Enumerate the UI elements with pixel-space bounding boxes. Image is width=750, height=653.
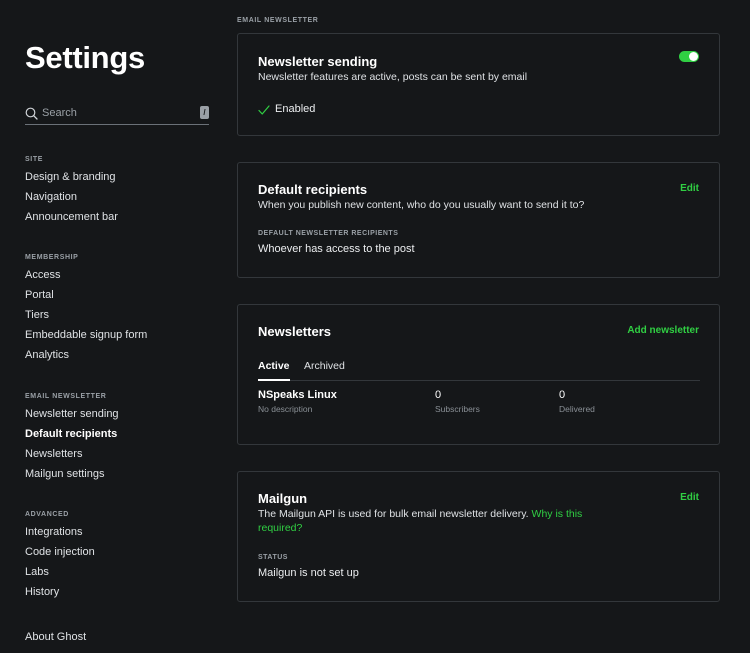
delivered-cell: 0 Delivered <box>559 389 595 414</box>
toggle-knob <box>689 52 698 61</box>
add-newsletter-button[interactable]: Add newsletter <box>627 325 699 336</box>
sidebar-item-newsletter-sending[interactable]: Newsletter sending <box>25 404 119 424</box>
section-label-email-newsletter: EMAIL NEWSLETTER <box>237 17 318 24</box>
settings-app: Settings / SITE Design & branding Naviga… <box>0 0 750 653</box>
search-box[interactable]: / <box>25 104 209 125</box>
sidebar-heading-advanced: ADVANCED <box>25 511 95 522</box>
enabled-text: Enabled <box>275 103 315 115</box>
sidebar-group-site: SITE Design & branding Navigation Announ… <box>25 156 118 227</box>
sidebar-item-announcement-bar[interactable]: Announcement bar <box>25 207 118 227</box>
sidebar-footer: About Ghost <box>25 627 86 647</box>
table-row[interactable]: NSpeaks Linux No description 0 Subscribe… <box>258 389 700 419</box>
search-shortcut-badge: / <box>200 106 209 119</box>
mailgun-status-value: Mailgun is not set up <box>258 567 359 579</box>
tab-archived[interactable]: Archived <box>304 360 345 380</box>
newsletters-card: Newsletters Add newsletter Active Archiv… <box>237 304 720 445</box>
sidebar-item-access[interactable]: Access <box>25 265 147 285</box>
default-recipients-title: Default recipients <box>258 182 367 197</box>
delivered-count: 0 <box>559 389 595 401</box>
delivered-label: Delivered <box>559 404 595 414</box>
sidebar-group-advanced: ADVANCED Integrations Code injection Lab… <box>25 511 95 602</box>
sidebar-heading-email-newsletter: EMAIL NEWSLETTER <box>25 393 119 404</box>
newsletters-title: Newsletters <box>258 324 331 339</box>
search-icon <box>25 107 38 120</box>
newsletter-sending-title: Newsletter sending <box>258 54 377 69</box>
newsletter-tabs: Active Archived <box>258 360 700 381</box>
sidebar-group-email-newsletter: EMAIL NEWSLETTER Newsletter sending Defa… <box>25 393 119 484</box>
newsletter-description: No description <box>258 404 337 414</box>
subscribers-count: 0 <box>435 389 480 401</box>
main-content: EMAIL NEWSLETTER Newsletter sending News… <box>237 0 720 653</box>
sidebar-heading-site: SITE <box>25 156 118 167</box>
subscribers-label: Subscribers <box>435 404 480 414</box>
sidebar-item-embeddable-signup-form[interactable]: Embeddable signup form <box>25 325 147 345</box>
default-recipients-edit-button[interactable]: Edit <box>680 183 699 194</box>
newsletter-name: NSpeaks Linux <box>258 389 337 401</box>
sidebar-item-design-branding[interactable]: Design & branding <box>25 167 118 187</box>
sidebar-heading-membership: MEMBERSHIP <box>25 254 147 265</box>
mailgun-card: Mailgun Edit The Mailgun API is used for… <box>237 471 720 602</box>
mailgun-title: Mailgun <box>258 491 307 506</box>
newsletter-name-cell: NSpeaks Linux No description <box>258 389 337 414</box>
mailgun-description: The Mailgun API is used for bulk email n… <box>258 507 598 535</box>
sidebar-item-labs[interactable]: Labs <box>25 562 95 582</box>
newsletter-sending-toggle[interactable] <box>679 51 699 62</box>
newsletter-sending-description: Newsletter features are active, posts ca… <box>258 70 527 84</box>
sidebar-item-analytics[interactable]: Analytics <box>25 345 147 365</box>
sidebar-group-membership: MEMBERSHIP Access Portal Tiers Embeddabl… <box>25 254 147 365</box>
mailgun-description-text: The Mailgun API is used for bulk email n… <box>258 508 529 520</box>
check-icon <box>258 105 270 115</box>
sidebar-item-newsletters[interactable]: Newsletters <box>25 444 119 464</box>
mailgun-status-label: STATUS <box>258 554 288 561</box>
tab-active[interactable]: Active <box>258 360 290 381</box>
sidebar-item-default-recipients[interactable]: Default recipients <box>25 424 119 444</box>
sidebar-item-tiers[interactable]: Tiers <box>25 305 147 325</box>
default-recipients-description: When you publish new content, who do you… <box>258 198 584 212</box>
sidebar: Settings / SITE Design & branding Naviga… <box>0 0 225 653</box>
sidebar-item-portal[interactable]: Portal <box>25 285 147 305</box>
why-required-link-text-2: required? <box>258 522 302 534</box>
default-recipients-label: DEFAULT NEWSLETTER RECIPIENTS <box>258 230 398 237</box>
about-ghost-link[interactable]: About Ghost <box>25 627 86 647</box>
search-input[interactable] <box>42 105 192 121</box>
default-recipients-value: Whoever has access to the post <box>258 243 415 255</box>
sidebar-item-navigation[interactable]: Navigation <box>25 187 118 207</box>
sidebar-item-history[interactable]: History <box>25 582 95 602</box>
sidebar-item-mailgun-settings[interactable]: Mailgun settings <box>25 464 119 484</box>
why-required-link-text-1: Why is this <box>532 508 583 520</box>
newsletter-sending-card: Newsletter sending Newsletter features a… <box>237 33 720 136</box>
default-recipients-card: Default recipients Edit When you publish… <box>237 162 720 278</box>
mailgun-edit-button[interactable]: Edit <box>680 492 699 503</box>
subscribers-cell: 0 Subscribers <box>435 389 480 414</box>
sidebar-item-code-injection[interactable]: Code injection <box>25 542 95 562</box>
sidebar-item-integrations[interactable]: Integrations <box>25 522 95 542</box>
page-title: Settings <box>25 40 145 76</box>
